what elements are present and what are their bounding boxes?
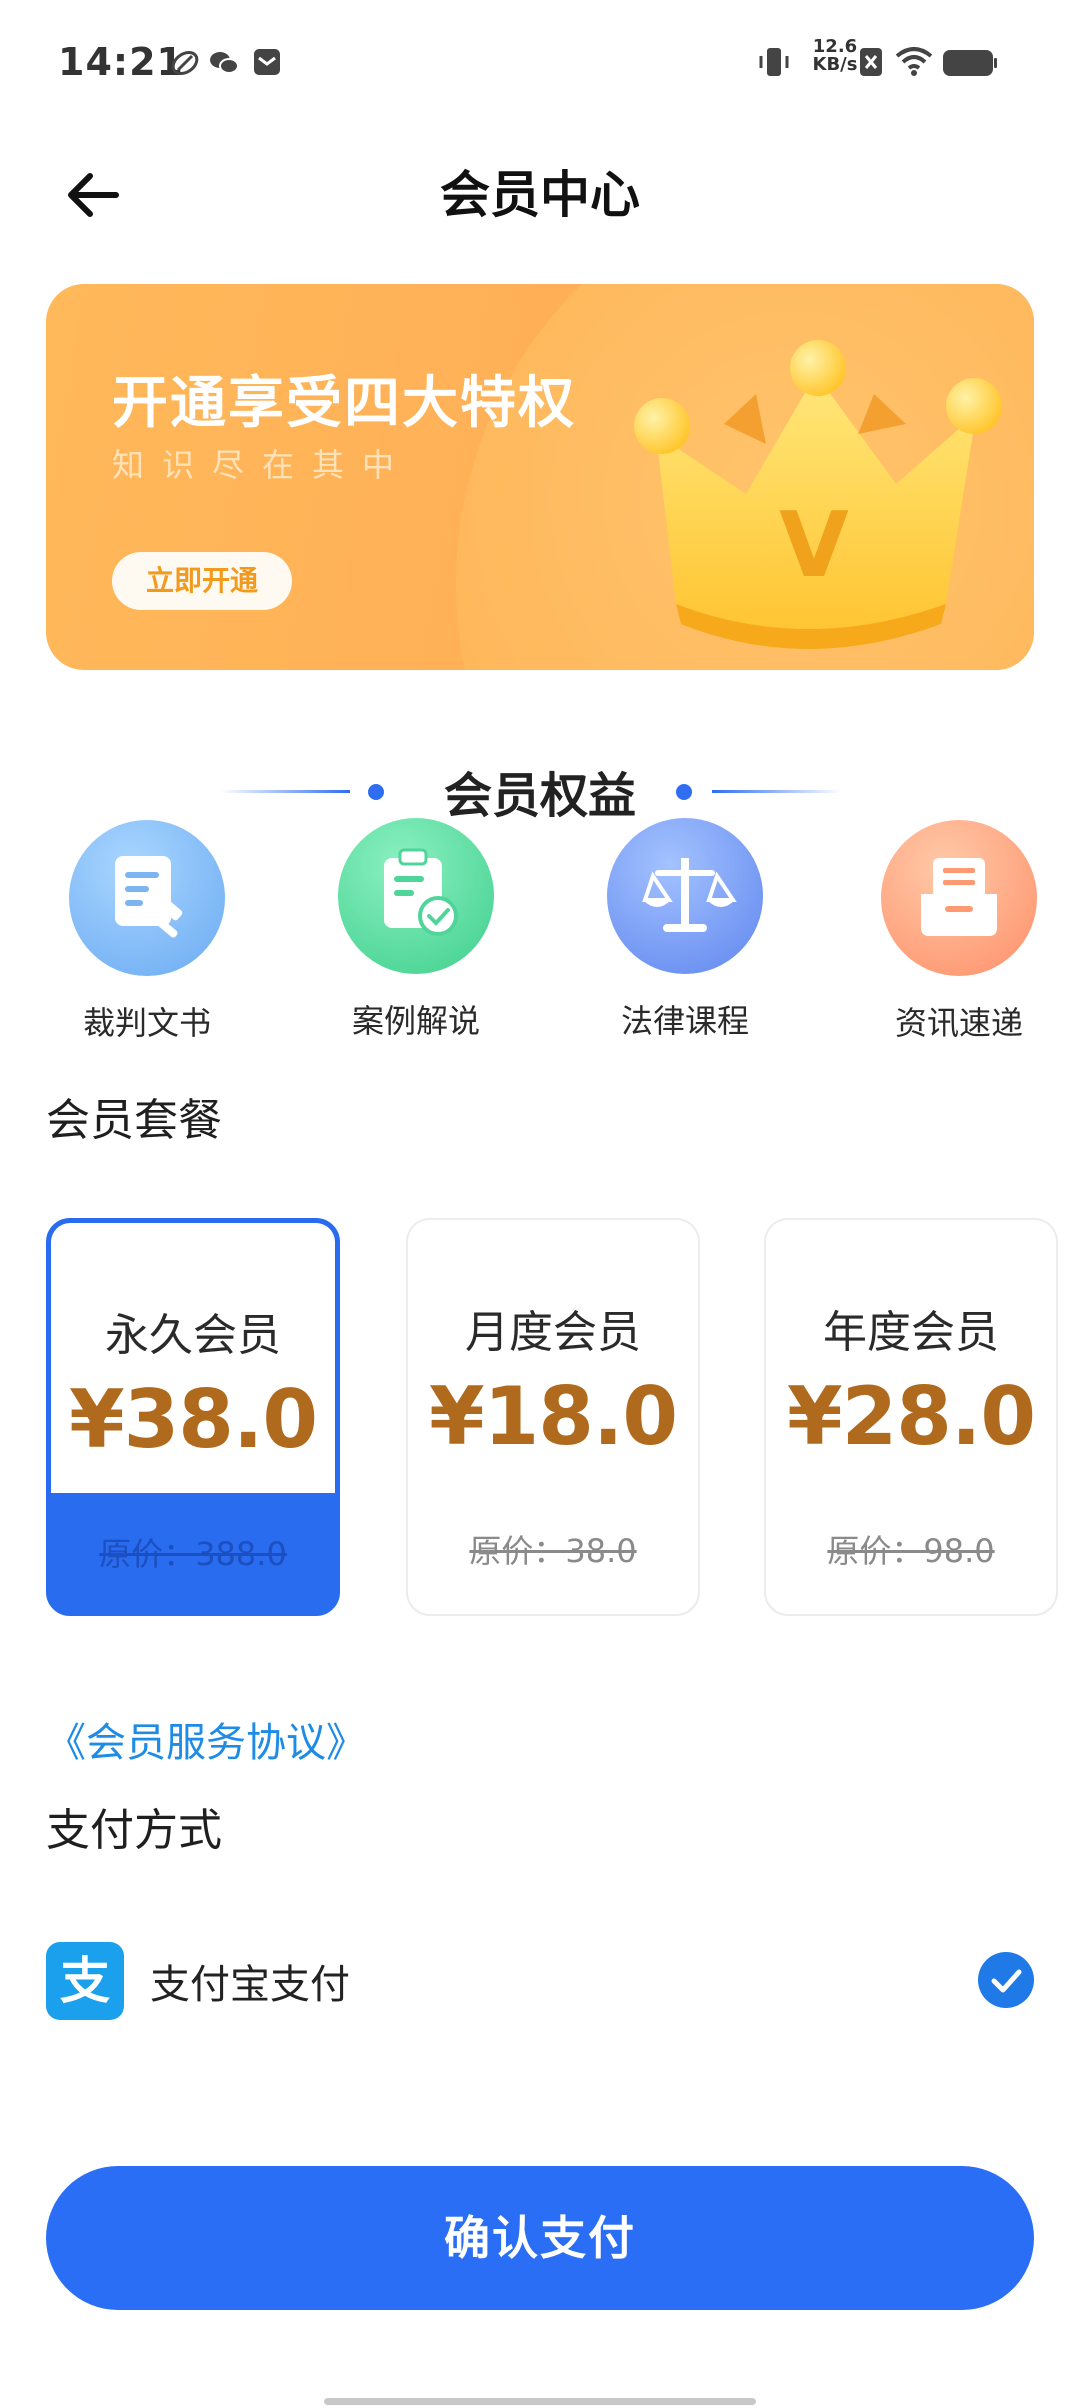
home-indicator[interactable] <box>324 2398 756 2405</box>
network-speed: 12.6 KB/s <box>805 38 865 74</box>
benefit-circle <box>69 820 225 976</box>
benefit-news[interactable]: 资讯速递 <box>849 820 1069 1044</box>
banner-subtitle: 知识尽在其中 <box>112 446 413 484</box>
plan-name: 月度会员 <box>465 1307 641 1358</box>
plan-card-lifetime[interactable]: 永久会员 ¥38.0 原价：388.0 <box>46 1218 340 1616</box>
vibrate-icon <box>759 48 789 76</box>
promo-banner[interactable]: 开通享受四大特权 知识尽在其中 立即开通 V <box>46 284 1034 670</box>
alipay-icon-glyph: 支 <box>60 1952 110 2010</box>
benefit-circle <box>881 820 1037 976</box>
mail-icon <box>254 49 280 75</box>
no-sim-icon <box>860 48 882 76</box>
benefit-label: 裁判文书 <box>82 1004 211 1042</box>
news-tray-icon <box>921 858 997 936</box>
app-notification-icon <box>171 51 199 75</box>
plan-price: ¥38.0 <box>68 1373 318 1466</box>
plan-original-price: 原价：38.0 <box>469 1532 637 1570</box>
benefit-judgments[interactable]: 裁判文书 <box>37 820 257 1044</box>
plan-card-yearly[interactable]: 年度会员 ¥28.0 原价：98.0 <box>764 1218 1058 1616</box>
open-membership-button[interactable]: 立即开通 <box>112 552 292 610</box>
plan-name: 年度会员 <box>823 1307 999 1358</box>
benefit-case-analysis[interactable]: 案例解说 <box>306 818 526 1042</box>
benefit-circle <box>338 818 494 974</box>
crown-letter: V <box>779 493 849 598</box>
plan-original-price: 原价：388.0 <box>99 1535 287 1573</box>
plan-name: 永久会员 <box>105 1310 281 1361</box>
network-speed-unit: KB/s <box>812 54 858 75</box>
plan-card-monthly[interactable]: 月度会员 ¥18.0 原价：38.0 <box>406 1218 700 1616</box>
alipay-icon: 支 <box>46 1942 124 2020</box>
divider-dot-right <box>676 784 692 800</box>
crown-icon: V <box>634 340 1002 649</box>
benefit-circle <box>607 818 763 974</box>
divider-right <box>712 790 842 793</box>
document-gavel-icon <box>115 856 183 938</box>
benefits-title: 会员权益 <box>443 768 636 824</box>
plans-title: 会员套餐 <box>46 1095 222 1146</box>
benefit-label: 法律课程 <box>620 1002 749 1040</box>
status-time: 14:21 <box>58 40 184 84</box>
payment-method-label[interactable]: 支付宝支付 <box>150 1952 350 2010</box>
wifi-icon <box>895 47 933 76</box>
clipboard-check-icon <box>384 848 458 936</box>
page-title: 会员中心 <box>440 166 640 224</box>
plan-price: ¥18.0 <box>428 1370 678 1463</box>
benefit-label: 案例解说 <box>351 1002 480 1040</box>
scales-icon <box>642 858 737 932</box>
battery-icon <box>943 50 997 76</box>
membership-agreement-link[interactable]: 《会员服务协议》 <box>46 1710 366 1768</box>
benefit-law-courses[interactable]: 法律课程 <box>575 818 795 1042</box>
plan-original-price: 原价：98.0 <box>827 1532 995 1570</box>
confirm-payment-button[interactable]: 确认支付 <box>46 2166 1034 2310</box>
payment-title: 支付方式 <box>46 1805 222 1856</box>
payment-selected-check-icon[interactable] <box>978 1952 1034 2008</box>
banner-title: 开通享受四大特权 <box>112 371 576 436</box>
plan-price: ¥28.0 <box>786 1370 1036 1463</box>
benefit-label: 资讯速递 <box>894 1004 1023 1042</box>
wechat-icon <box>210 52 239 74</box>
